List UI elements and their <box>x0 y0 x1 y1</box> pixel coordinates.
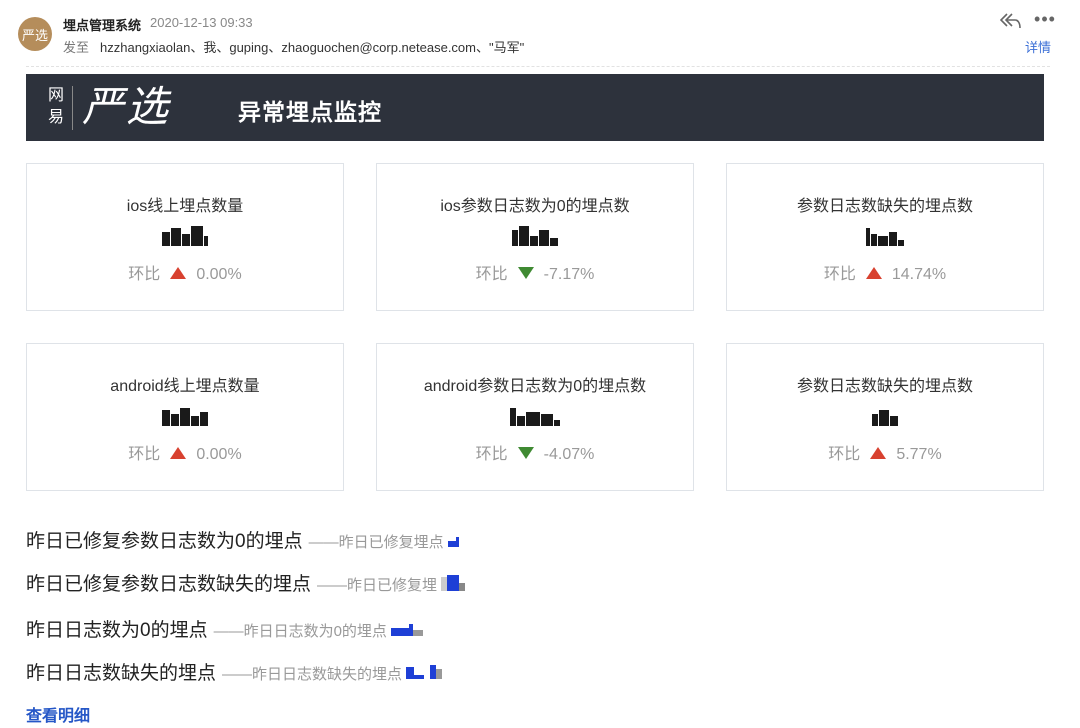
ratio-label: 环比 <box>823 266 856 283</box>
redacted-value <box>162 224 208 246</box>
summary-main: 昨日日志数缺失的埋点 <box>26 663 217 684</box>
summary-main: 昨日已修复参数日志数为0的埋点 <box>26 531 303 552</box>
card-title: 参数日志数缺失的埋点数 <box>796 378 973 395</box>
ratio-value: -7.17% <box>543 266 595 283</box>
card-title: ios参数日志数为0的埋点数 <box>440 198 630 215</box>
redacted-value <box>872 404 898 426</box>
ratio-label: 环比 <box>128 266 161 283</box>
trend-down-icon <box>517 267 534 279</box>
ratio-value: 14.74% <box>891 266 947 283</box>
summary-main: 昨日已修复参数日志数缺失的埋点 <box>26 574 312 595</box>
ratio-label: 环比 <box>475 266 508 283</box>
metric-card-ios-zero-params: ios参数日志数为0的埋点数 环比 -7.17% <box>376 163 694 311</box>
ratio-row: 环比 5.77% <box>727 440 1043 464</box>
sender-avatar: 严选 <box>18 17 52 51</box>
brand-divider <box>72 86 73 130</box>
brand-logo: 严选 <box>82 82 171 131</box>
metric-card-missing-params-2: 参数日志数缺失的埋点数 环比 5.77% <box>726 343 1044 491</box>
card-title: android参数日志数为0的埋点数 <box>423 378 647 395</box>
metric-card-missing-params: 参数日志数缺失的埋点数 环比 14.74% <box>726 163 1044 311</box>
summary-zero-params: 昨日日志数为0的埋点 ——昨日日志数为0的埋点 <box>26 615 423 642</box>
ratio-row: 环比 -7.17% <box>377 260 693 284</box>
redacted-mark <box>406 665 443 684</box>
trend-up-icon <box>870 447 887 459</box>
summary-missing-params: 昨日日志数缺失的埋点 ——昨日日志数缺失的埋点 <box>26 658 443 685</box>
card-title: ios线上埋点数量 <box>126 198 244 215</box>
ratio-value: 5.77% <box>896 446 942 463</box>
summary-sub: ——昨日已修复埋点 <box>308 534 444 551</box>
header-divider <box>26 66 1050 67</box>
ratio-label: 环比 <box>475 446 508 463</box>
trend-down-icon <box>517 447 534 459</box>
ratio-value: 0.00% <box>196 446 242 463</box>
ratio-row: 环比 0.00% <box>27 260 343 284</box>
brand-small-logo: 网易 <box>48 85 65 126</box>
redacted-value <box>162 404 208 426</box>
email-header: 严选 埋点管理系统 2020-12-13 09:33 发至 hzzhangxia… <box>0 0 1080 66</box>
metric-card-android-online: android线上埋点数量 环比 0.00% <box>26 343 344 491</box>
card-title: android线上埋点数量 <box>110 378 260 395</box>
banner: 网易 严选 异常埋点监控 <box>26 74 1044 141</box>
metric-card-android-zero-params: android参数日志数为0的埋点数 环比 -4.07% <box>376 343 694 491</box>
summary-sub: ——昨日已修复埋 <box>317 577 438 594</box>
ratio-label: 环比 <box>828 446 861 463</box>
to-label: 发至 <box>63 40 90 55</box>
ratio-row: 环比 14.74% <box>727 260 1043 284</box>
summary-fixed-zero-params: 昨日已修复参数日志数为0的埋点 ——昨日已修复埋点 <box>26 526 459 553</box>
details-link[interactable]: 详情 <box>1025 37 1051 56</box>
redacted-value <box>510 404 560 426</box>
view-detail-link[interactable]: 查看明细 <box>26 702 90 726</box>
redacted-mark <box>447 534 459 552</box>
more-icon[interactable]: ••• <box>1034 10 1056 32</box>
redacted-value <box>866 224 904 246</box>
recipients[interactable]: hzzhangxiaolan、我、guping、zhaoguochen@corp… <box>100 37 524 56</box>
redacted-value <box>512 224 558 246</box>
trend-up-icon <box>865 267 882 279</box>
reply-all-icon[interactable] <box>999 12 1024 32</box>
summary-sub: ——昨日日志数缺失的埋点 <box>222 666 403 683</box>
summary-sub: ——昨日日志数为0的埋点 <box>213 623 387 640</box>
metric-card-ios-online: ios线上埋点数量 环比 0.00% <box>26 163 344 311</box>
summary-main: 昨日日志数为0的埋点 <box>26 620 208 641</box>
ratio-row: 环比 -4.07% <box>377 440 693 464</box>
ratio-value: -4.07% <box>543 446 595 463</box>
ratio-row: 环比 0.00% <box>27 440 343 464</box>
banner-title: 异常埋点监控 <box>238 99 382 125</box>
redacted-mark <box>441 575 466 596</box>
trend-up-icon <box>170 447 187 459</box>
summary-fixed-missing-params: 昨日已修复参数日志数缺失的埋点 ——昨日已修复埋 <box>26 569 466 596</box>
trend-up-icon <box>170 267 187 279</box>
send-time: 2020-12-13 09:33 <box>150 15 253 30</box>
redacted-mark <box>390 623 423 641</box>
sender-name[interactable]: 埋点管理系统 <box>63 15 141 34</box>
ratio-label: 环比 <box>128 446 161 463</box>
ratio-value: 0.00% <box>196 266 242 283</box>
card-title: 参数日志数缺失的埋点数 <box>796 198 973 215</box>
